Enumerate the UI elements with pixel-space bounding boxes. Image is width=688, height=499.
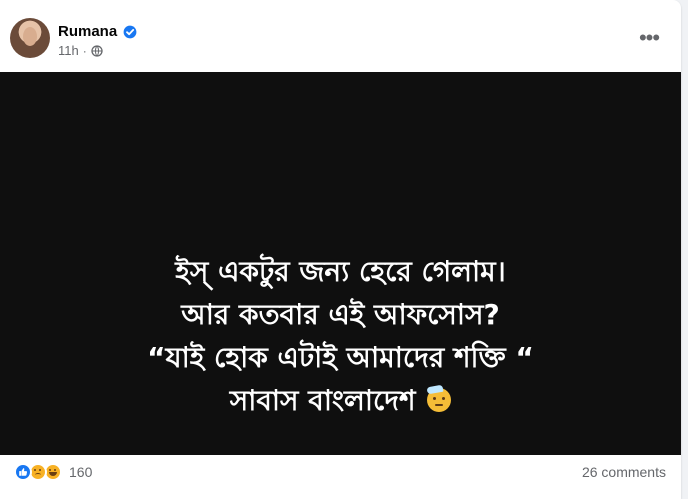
author-avatar[interactable] <box>10 18 50 58</box>
image-text-line-2: আর কতবার এই আফসোস? <box>181 298 500 331</box>
like-icon <box>14 463 32 481</box>
meta-separator: · <box>82 44 87 58</box>
post-meta: 11h · <box>58 43 103 59</box>
verified-badge-icon <box>123 25 137 39</box>
image-text-line-3: “যাই হোক এটাই আমাদের শক্তি “ <box>147 341 534 374</box>
image-text-line-4: সাবাস বাংলাদেশ <box>229 384 416 417</box>
post-image[interactable]: ইস্ একটুর জন্য হেরে গেলাম। আর কতবার এই আ… <box>0 72 681 455</box>
reaction-summary[interactable]: 160 <box>14 463 92 481</box>
image-text-line-4-wrapper: সাবাস বাংলাদেশ <box>0 379 681 422</box>
post-footer: 160 26 comments <box>0 455 681 499</box>
image-text: ইস্ একটুর জন্য হেরে গেলাম। আর কতবার এই আ… <box>0 250 681 422</box>
saluting-face-emoji <box>426 384 452 412</box>
globe-icon[interactable] <box>91 45 103 57</box>
image-text-line-1: ইস্ একটুর জন্য হেরে গেলাম। <box>175 255 506 288</box>
comments-count-link[interactable]: 26 comments <box>582 463 666 481</box>
post-header: Rumana 11h · ••• <box>0 0 681 72</box>
post-time[interactable]: 11h <box>58 43 79 59</box>
reaction-count: 160 <box>69 464 93 480</box>
more-options-icon[interactable]: ••• <box>639 27 660 49</box>
post-card: Rumana 11h · ••• ইস্ একটুর জন্য হেরে গেল… <box>0 0 681 499</box>
author-name[interactable]: Rumana <box>58 23 117 41</box>
author-row: Rumana <box>58 23 137 41</box>
